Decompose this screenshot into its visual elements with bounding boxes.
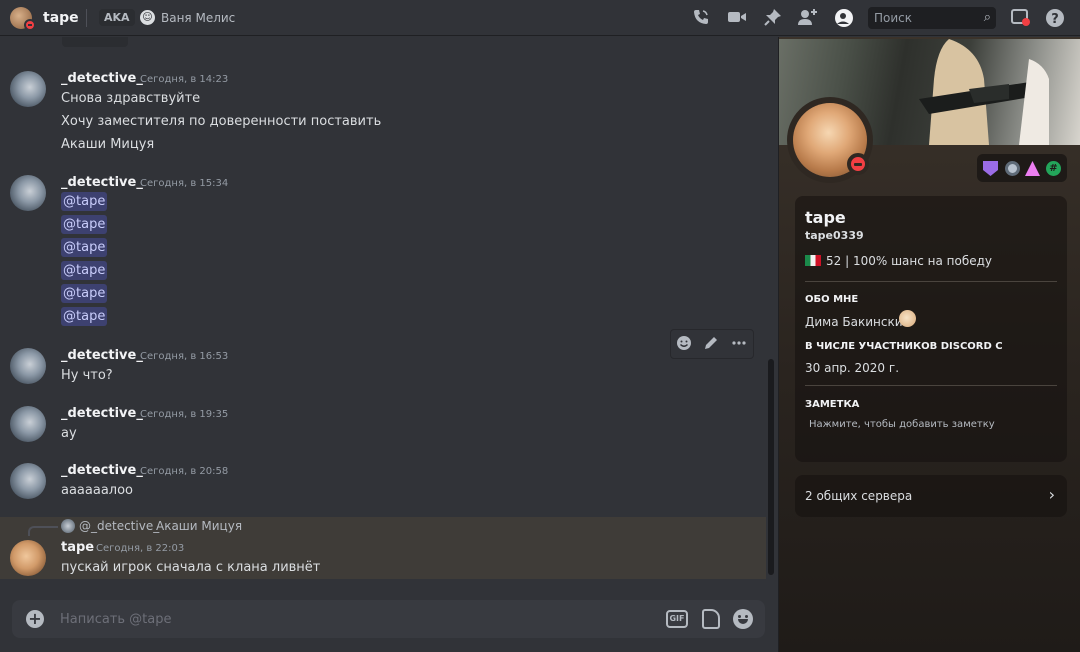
message-text: пускай игрок сначала с клана ливнёт bbox=[61, 560, 321, 575]
hypesquad-badge-icon[interactable] bbox=[983, 161, 998, 176]
replied-author-avatar bbox=[61, 519, 75, 533]
call-icon[interactable] bbox=[691, 8, 711, 28]
badge-list: # bbox=[977, 154, 1067, 182]
sticker-icon[interactable] bbox=[702, 609, 720, 629]
profile-toggle-icon[interactable] bbox=[834, 8, 854, 28]
hashtag-badge-icon[interactable]: # bbox=[1046, 161, 1061, 176]
message-timestamp: Сегодня, в 19:35 bbox=[140, 409, 229, 420]
message-timestamp: Сегодня, в 14:23 bbox=[140, 74, 229, 85]
about-me-title: ОБО МНЕ bbox=[805, 294, 859, 305]
message-text: Ну что? bbox=[61, 368, 113, 383]
mutual-servers-button[interactable]: 2 общих сервера › bbox=[795, 475, 1067, 517]
profile-username: tape0339 bbox=[805, 229, 864, 242]
replied-message-preview[interactable]: Акаши Мицуя bbox=[156, 519, 242, 533]
search-box[interactable]: ⌕ bbox=[868, 7, 996, 29]
author-avatar[interactable] bbox=[10, 406, 46, 442]
user-mention[interactable]: @tape bbox=[61, 261, 108, 280]
mutual-servers-label: 2 общих сервера bbox=[805, 489, 913, 503]
message-timestamp: Сегодня, в 15:34 bbox=[140, 178, 229, 189]
chevron-right-icon: › bbox=[1048, 485, 1055, 504]
video-icon[interactable] bbox=[727, 8, 747, 28]
dnd-status-icon bbox=[24, 19, 36, 31]
message-composer: + GIF bbox=[12, 600, 765, 638]
message-actions-bar bbox=[670, 329, 754, 359]
user-mention[interactable]: @tape bbox=[61, 215, 108, 234]
message-author[interactable]: _detective_ bbox=[61, 175, 143, 190]
author-avatar[interactable] bbox=[10, 175, 46, 211]
message-author[interactable]: _detective_ bbox=[61, 406, 143, 421]
mexico-flag-icon bbox=[805, 255, 821, 266]
message-author[interactable]: _detective_ bbox=[61, 463, 143, 478]
user-profile-panel: # tape tape0339 52 | 100% шанс на победу… bbox=[778, 37, 1080, 652]
pin-icon[interactable] bbox=[763, 8, 783, 28]
user-mention[interactable]: @tape bbox=[61, 192, 108, 211]
member-since-title: В ЧИСЛЕ УЧАСТНИКОВ DISCORD С bbox=[805, 341, 1003, 352]
dnd-status-icon bbox=[847, 153, 869, 175]
nitro-badge-icon[interactable] bbox=[1005, 161, 1020, 176]
message-text: Хочу заместителя по доверенности постави… bbox=[61, 114, 382, 129]
header-divider bbox=[86, 9, 87, 27]
help-icon[interactable]: ? bbox=[1045, 8, 1065, 28]
aka-nickname[interactable]: Ваня Мелис bbox=[161, 11, 235, 25]
profile-display-name: tape bbox=[805, 208, 846, 227]
message-timestamp: Сегодня, в 16:53 bbox=[140, 351, 229, 362]
message-list: _detective_ Сегодня, в 14:23 Снова здрав… bbox=[0, 37, 778, 652]
channel-header: tape AKA ☺ Ваня Мелис ⌕ ? bbox=[0, 0, 1080, 36]
inbox-icon[interactable] bbox=[1010, 8, 1030, 28]
about-me-text: Дима Бакинский bbox=[805, 315, 911, 329]
reply-spine bbox=[28, 526, 58, 536]
author-avatar[interactable] bbox=[10, 348, 46, 384]
message-author[interactable]: _detective_ bbox=[61, 71, 143, 86]
user-mention[interactable]: @tape bbox=[61, 284, 108, 303]
aka-label: AKA bbox=[99, 9, 135, 26]
message-author[interactable]: _detective_ bbox=[61, 348, 143, 363]
add-attachment-icon[interactable]: + bbox=[26, 610, 44, 628]
message-input[interactable] bbox=[60, 609, 640, 629]
message-author[interactable]: tape bbox=[61, 540, 94, 555]
member-since-date: 30 апр. 2020 г. bbox=[805, 361, 900, 375]
add-friend-icon[interactable] bbox=[798, 8, 818, 28]
author-avatar[interactable] bbox=[10, 540, 46, 576]
user-mention[interactable]: @tape bbox=[61, 307, 108, 326]
note-title: ЗАМЕТКА bbox=[805, 399, 860, 410]
search-input[interactable] bbox=[868, 7, 968, 29]
edit-icon[interactable] bbox=[701, 335, 721, 355]
message-timestamp: Сегодня, в 22:03 bbox=[96, 543, 185, 554]
message-timestamp: Сегодня, в 20:58 bbox=[140, 466, 229, 477]
message-text: ау bbox=[61, 426, 77, 441]
dm-username[interactable]: tape bbox=[43, 10, 79, 26]
message-text: Снова здравствуйте bbox=[61, 91, 201, 106]
emoji-icon[interactable] bbox=[733, 609, 753, 629]
profile-info-card: tape tape0339 52 | 100% шанс на победу О… bbox=[795, 196, 1067, 462]
previous-message-fragment bbox=[62, 37, 128, 47]
divider bbox=[805, 385, 1057, 386]
divider bbox=[805, 281, 1057, 282]
search-icon: ⌕ bbox=[983, 10, 991, 25]
author-avatar[interactable] bbox=[10, 71, 46, 107]
message-text: аааааалоо bbox=[61, 483, 134, 498]
hamster-emoji-icon bbox=[899, 310, 916, 327]
message-group-reply: @_detective_ Акаши Мицуя tape Сегодня, в… bbox=[0, 517, 766, 579]
boost-badge-icon[interactable] bbox=[1025, 161, 1040, 176]
banner-image bbox=[919, 39, 1049, 145]
gif-button[interactable]: GIF bbox=[666, 610, 688, 628]
note-input[interactable]: Нажмите, чтобы добавить заметку bbox=[809, 419, 995, 430]
custom-status: 52 | 100% шанс на победу bbox=[826, 254, 993, 268]
server-icon: ☺ bbox=[140, 10, 155, 25]
svg-text:?: ? bbox=[1051, 12, 1059, 27]
message-text: Акаши Мицуя bbox=[61, 137, 155, 152]
user-mention[interactable]: @tape bbox=[61, 238, 108, 257]
add-reaction-icon[interactable] bbox=[674, 335, 694, 355]
scrollbar-thumb[interactable] bbox=[768, 359, 774, 575]
more-icon[interactable] bbox=[729, 335, 749, 355]
replied-author[interactable]: @_detective_ bbox=[79, 519, 159, 533]
author-avatar[interactable] bbox=[10, 463, 46, 499]
